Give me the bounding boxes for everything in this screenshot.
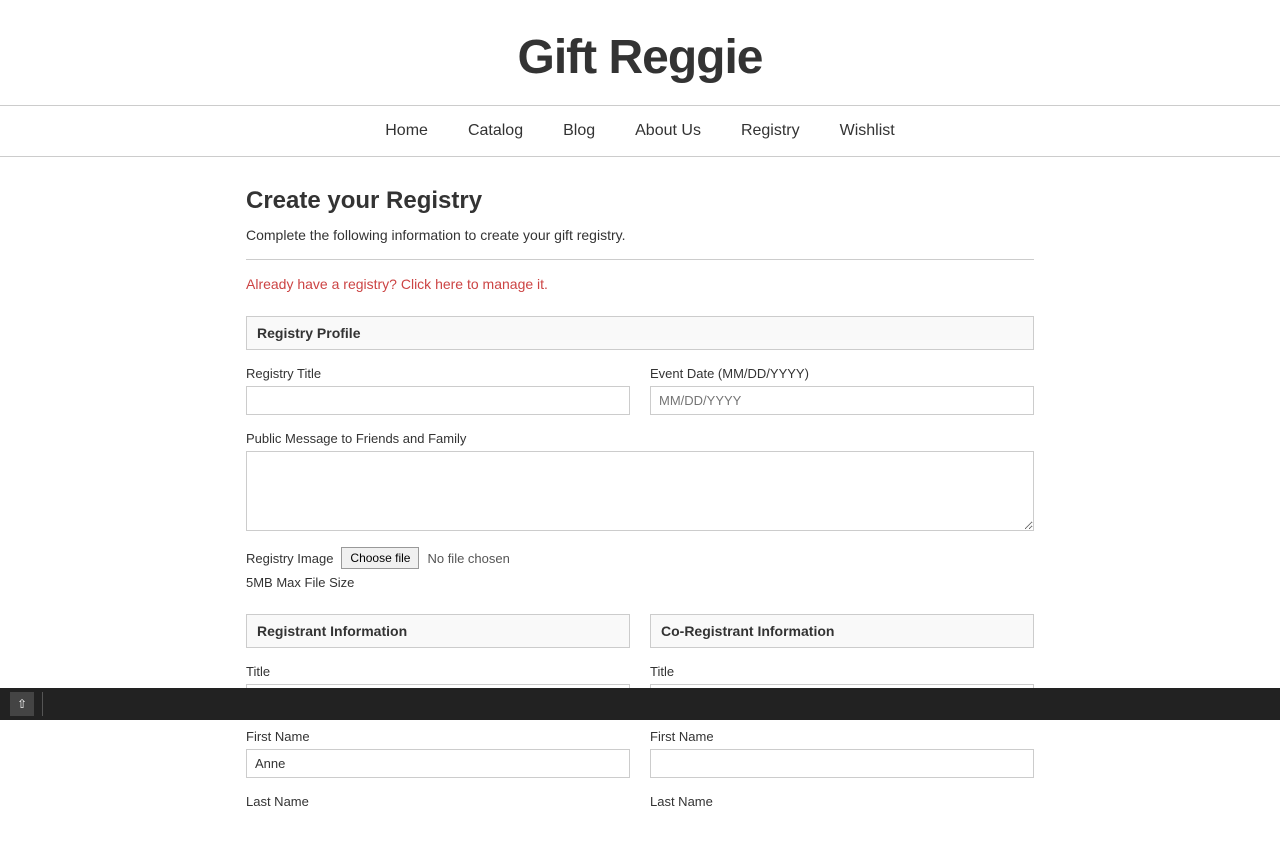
registrant-first-name-field: First Name	[246, 729, 630, 778]
co-registrant-first-name-label: First Name	[650, 729, 1034, 744]
no-file-chosen-label: No file chosen	[427, 551, 509, 566]
site-header: Gift Reggie	[0, 0, 1280, 105]
page-title: Create your Registry	[246, 187, 1034, 215]
registrant-header: Registrant Information	[246, 614, 630, 648]
event-date-label: Event Date (MM/DD/YYYY)	[650, 366, 1034, 381]
scroll-up-button[interactable]: ⇧	[10, 692, 34, 716]
nav-item-about-us[interactable]: About Us	[635, 122, 701, 140]
nav-item-home[interactable]: Home	[385, 122, 428, 140]
main-nav: Home Catalog Blog About Us Registry Wish…	[0, 105, 1280, 157]
co-registrant-header: Co-Registrant Information	[650, 614, 1034, 648]
registry-profile-section: Registry Profile Registry Title Event Da…	[246, 316, 1034, 590]
choose-file-button[interactable]: Choose file	[341, 547, 419, 569]
registry-title-date-row: Registry Title Event Date (MM/DD/YYYY)	[246, 366, 1034, 415]
public-message-row: Public Message to Friends and Family	[246, 431, 1034, 531]
nav-item-catalog[interactable]: Catalog	[468, 122, 523, 140]
registry-title-input[interactable]	[246, 386, 630, 415]
registrant-first-name-input[interactable]	[246, 749, 630, 778]
registry-title-label: Registry Title	[246, 366, 630, 381]
nav-item-wishlist[interactable]: Wishlist	[840, 122, 895, 140]
registry-image-label: Registry Image	[246, 551, 333, 566]
bottom-bar: ⇧	[0, 688, 1280, 720]
bottom-bar-divider	[42, 692, 43, 716]
divider	[246, 259, 1034, 260]
co-registrant-last-name-label: Last Name	[650, 794, 1034, 809]
registry-profile-header: Registry Profile	[246, 316, 1034, 350]
public-message-field: Public Message to Friends and Family	[246, 431, 1034, 531]
nav-item-registry[interactable]: Registry	[741, 122, 800, 140]
registrant-title-label: Title	[246, 664, 630, 679]
co-registrant-first-name-input[interactable]	[650, 749, 1034, 778]
co-registrant-last-name-field: Last Name	[650, 794, 1034, 814]
registry-title-field: Registry Title	[246, 366, 630, 415]
registrant-last-name-field: Last Name	[246, 794, 630, 814]
page-description: Complete the following information to cr…	[246, 227, 1034, 243]
registrant-last-name-label: Last Name	[246, 794, 630, 809]
public-message-textarea[interactable]	[246, 451, 1034, 531]
event-date-field: Event Date (MM/DD/YYYY)	[650, 366, 1034, 415]
main-content: Create your Registry Complete the follow…	[0, 157, 1280, 844]
file-size-note: 5MB Max File Size	[246, 575, 1034, 590]
nav-item-blog[interactable]: Blog	[563, 122, 595, 140]
event-date-input[interactable]	[650, 386, 1034, 415]
registrant-first-name-label: First Name	[246, 729, 630, 744]
registry-image-row: Registry Image Choose file No file chose…	[246, 547, 1034, 569]
co-registrant-first-name-field: First Name	[650, 729, 1034, 778]
registry-manage-link[interactable]: Already have a registry? Click here to m…	[246, 276, 1034, 292]
public-message-label: Public Message to Friends and Family	[246, 431, 1034, 446]
co-registrant-title-label: Title	[650, 664, 1034, 679]
site-title: Gift Reggie	[20, 30, 1260, 85]
